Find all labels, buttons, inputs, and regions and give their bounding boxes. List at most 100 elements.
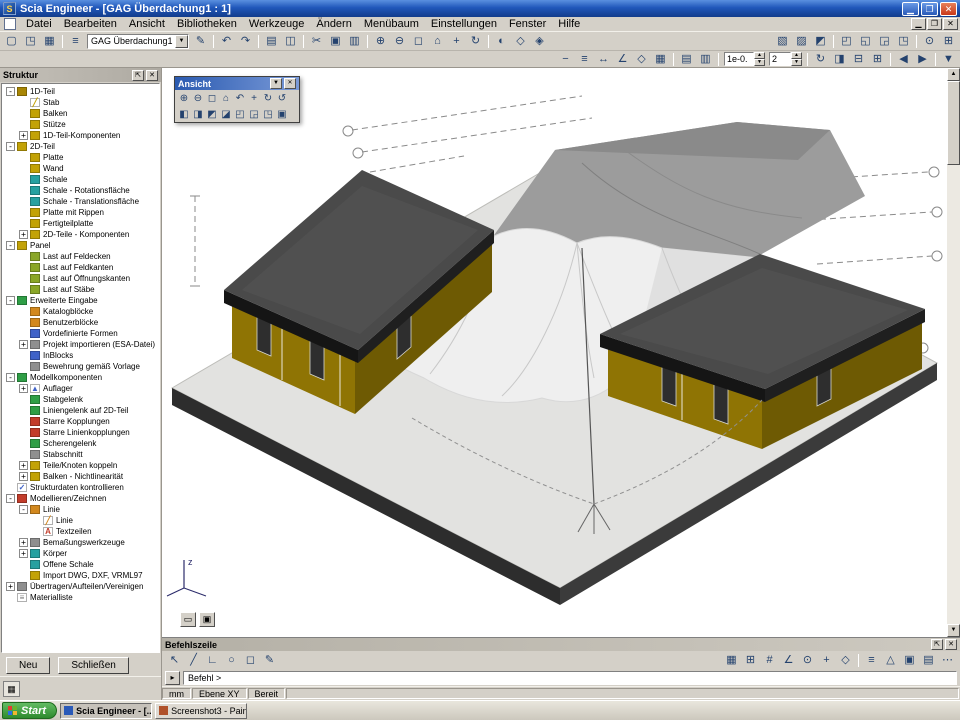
tree-item-starre-linienkopplungen[interactable]: Starre Linienkopplungen [2,427,159,438]
numbering-icon[interactable]: ▤ [677,52,696,66]
undo-icon[interactable]: ↶ [217,33,236,49]
tree-item-stab[interactable]: ╱Stab [2,97,159,108]
tree-item-teile-knoten-koppeln[interactable]: +Teile/Knoten koppeln [2,460,159,471]
restore-icon[interactable]: ❐ [921,2,938,16]
command-input[interactable]: Befehl > [183,671,957,685]
redo-icon[interactable]: ↷ [236,33,255,49]
scrollbar-track[interactable] [947,165,960,624]
tree-item-platte[interactable]: Platte [2,152,159,163]
view-front-icon[interactable]: ◧ [177,107,191,121]
open-project-icon[interactable]: ◳ [21,33,40,49]
plus-box-icon[interactable]: + [19,340,28,349]
plus-box-icon[interactable]: + [19,538,28,547]
tree-item-scherengelenk[interactable]: Scherengelenk [2,438,159,449]
tree-item-k-rper[interactable]: +Körper [2,548,159,559]
pin-icon[interactable]: ⇱ [931,639,943,650]
project-settings-icon[interactable]: ≡ [66,33,85,49]
ansicht-close-icon[interactable]: ✕ [284,78,296,89]
tree-item-schale-translationsfl-che[interactable]: Schale - Translationsfläche [2,196,159,207]
menu-fenster[interactable]: Fenster [503,17,552,32]
tree-item-balken-nichtlinearit-t[interactable]: +Balken - Nichtlinearität [2,471,159,482]
child-close-icon[interactable]: ✕ [943,18,958,30]
minus-box-icon[interactable]: - [6,296,15,305]
spin-down-icon[interactable]: ▼ [754,59,765,66]
view-z-icon[interactable]: ◲ [875,33,894,49]
tree-item-panel[interactable]: -Panel [2,240,159,251]
plus-box-icon[interactable]: + [19,549,28,558]
tree-item-katalogbl-cke[interactable]: Katalogblöcke [2,306,159,317]
tree-item-platte-mit-rippen[interactable]: Platte mit Rippen [2,207,159,218]
bounding-box-icon[interactable]: ⊞ [868,52,887,66]
plus-box-icon[interactable]: + [19,131,28,140]
visibility-icon[interactable]: ◩ [811,33,830,49]
hidden-lines-icon[interactable]: ◈ [530,33,549,49]
tree-item-linie[interactable]: ╱Linie [2,515,159,526]
tree-item-st-tze[interactable]: Stütze [2,119,159,130]
menu-hilfe[interactable]: Hilfe [552,17,586,32]
draw-circle-icon[interactable]: ○ [222,652,241,668]
previous-view-icon[interactable]: ◀ [894,52,913,66]
snap-midpoint-icon[interactable]: # [760,652,779,668]
tree-item-materialliste[interactable]: ≡Materialliste [2,592,159,603]
dimension-line-icon[interactable]: ↔ [594,52,613,66]
tree-item-1d-teil-komponenten[interactable]: +1D-Teil-Komponenten [2,130,159,141]
layers-cmd-icon[interactable]: ▤ [919,652,938,668]
activity-icon[interactable]: ▨ [792,33,811,49]
hatch-icon[interactable]: ▦ [651,52,670,66]
chevron-down-icon[interactable]: ▼ [270,78,282,89]
copy-icon[interactable]: ▣ [326,33,345,49]
plus-box-icon[interactable]: + [19,461,28,470]
tree-item-stabschnitt[interactable]: Stabschnitt [2,449,159,460]
plus-box-icon[interactable]: + [19,384,28,393]
tree-item-fertigteilplatte[interactable]: Fertigteilplatte [2,218,159,229]
zoom-window-icon[interactable]: ◻ [409,33,428,49]
refresh-icon[interactable]: ↻ [811,52,830,66]
new-project-icon[interactable]: ▢ [2,33,21,49]
tracking-icon[interactable]: △ [881,652,900,668]
zoom-out-icon[interactable]: ⊖ [191,91,205,105]
angle-dimension-icon[interactable]: ∠ [613,52,632,66]
zoom-in-icon[interactable]: ⊕ [371,33,390,49]
next-view-icon[interactable]: ▶ [913,52,932,66]
child-minimize-icon[interactable]: ▁ [911,18,926,30]
redraw-icon[interactable]: ↺ [275,91,289,105]
tree-item-last-auf-feldecken[interactable]: Last auf Feldecken [2,251,159,262]
panel-close-icon[interactable]: ✕ [146,70,158,81]
rotate-icon[interactable]: ↻ [261,91,275,105]
chevron-down-icon[interactable]: ▼ [175,35,188,48]
viewport-tab-model-icon[interactable]: ▭ [180,612,196,627]
clipping-box-icon[interactable]: ⊟ [849,52,868,66]
tree-item-bema-ungswerkzeuge[interactable]: +Bemaßungswerkzeuge [2,537,159,548]
scrollbar-thumb[interactable] [947,81,960,165]
wireframe-mode-icon[interactable]: ◇ [511,33,530,49]
precision-input[interactable] [724,52,754,66]
view-axo-icon[interactable]: ◳ [261,107,275,121]
tree-item-bertragen-aufteilen-vereinigen[interactable]: +Übertragen/Aufteilen/Vereinigen [2,581,159,592]
tree-item-stabgelenk[interactable]: Stabgelenk [2,394,159,405]
project-combo[interactable]: GAG Überdachung1 ▼ [87,34,189,49]
befehlszeile-header[interactable]: Befehlszeile ⇱ ✕ [162,638,960,651]
snap-grid-icon[interactable]: ⊞ [741,652,760,668]
view-back-icon[interactable]: ◨ [191,107,205,121]
print-icon[interactable]: ▤ [262,33,281,49]
select-cursor-icon[interactable]: ↖ [165,652,184,668]
plane-indicator[interactable]: Ebene XY [192,688,247,699]
tree-item-import-dwg-dxf-vrml97[interactable]: Import DWG, DXF, VRML97 [2,570,159,581]
menu-einstellungen[interactable]: Einstellungen [425,17,503,32]
grid-toggle-icon[interactable]: ▦ [722,652,741,668]
ortho-mode-icon[interactable]: ≡ [862,652,881,668]
paste-icon[interactable]: ▥ [345,33,364,49]
tree-item-last-auf-feldkanten[interactable]: Last auf Feldkanten [2,262,159,273]
tree-item-modellkomponenten[interactable]: -Modellkomponenten [2,372,159,383]
scale-input[interactable] [769,52,791,66]
dock-tab-icon[interactable]: ▦ [3,681,20,697]
child-restore-icon[interactable]: ❐ [927,18,942,30]
tree-item-2d-teile-komponenten[interactable]: +2D-Teile - Komponenten [2,229,159,240]
menu-men-baum[interactable]: Menübaum [358,17,425,32]
draw-polyline-icon[interactable]: ∟ [203,652,222,668]
plus-box-icon[interactable]: + [19,230,28,239]
close-icon[interactable]: ✕ [940,2,957,16]
snap-angle-icon[interactable]: ∠ [779,652,798,668]
spin-up-icon[interactable]: ▲ [754,52,765,59]
tree-item-erweiterte-eingabe[interactable]: -Erweiterte Eingabe [2,295,159,306]
